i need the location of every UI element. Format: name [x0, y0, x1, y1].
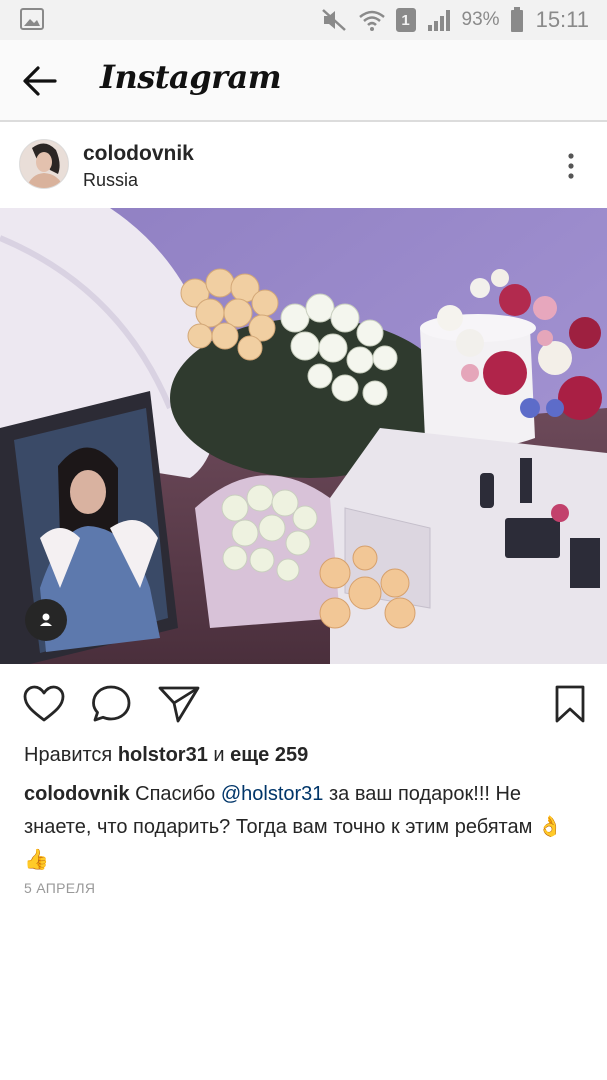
clock: 15:11: [535, 7, 589, 32]
liker-username[interactable]: holstor31: [118, 744, 208, 766]
share-button[interactable]: [157, 684, 201, 724]
more-vertical-icon: [568, 153, 574, 179]
app-title: Instagram: [100, 58, 282, 96]
heart-icon: [23, 685, 65, 722]
like-button[interactable]: [22, 684, 66, 724]
avatar[interactable]: [19, 139, 69, 189]
flowers-photo-image: [0, 208, 607, 664]
save-button[interactable]: [550, 684, 590, 724]
bookmark-icon: [555, 685, 585, 723]
mute-icon: [320, 7, 348, 33]
post-header: colodovnik Russia: [0, 124, 607, 208]
post-location[interactable]: Russia: [83, 170, 138, 191]
status-icons: 1 93% 15:11: [320, 0, 589, 40]
likes-count[interactable]: еще 259: [230, 744, 308, 766]
action-bar: [0, 664, 607, 744]
post-date: 5 АПРЕЛЯ: [24, 880, 96, 896]
likes-connector: и: [207, 744, 231, 766]
likes-prefix: Нравится: [24, 744, 118, 766]
sim-icon: 1: [395, 8, 416, 32]
post-username[interactable]: colodovnik: [83, 142, 194, 166]
post-caption: colodovnik Спасибо @holstor31 за ваш под…: [24, 778, 584, 877]
arrow-left-icon: [23, 66, 57, 96]
likes-summary: Нравится holstor31 и еще 259: [24, 744, 308, 767]
user-icon: [40, 613, 52, 626]
caption-mention[interactable]: @holstor31: [221, 783, 324, 805]
gallery-icon: [20, 8, 44, 30]
more-options-button[interactable]: [565, 152, 577, 180]
wifi-icon: [358, 8, 386, 32]
caption-text-before: Спасибо: [129, 783, 221, 805]
back-button[interactable]: [22, 64, 58, 98]
battery-percent: 93%: [461, 9, 500, 30]
send-icon: [158, 686, 200, 723]
signal-icon: [426, 8, 452, 32]
caption-emoji-tail: 👍: [24, 849, 49, 871]
comment-button[interactable]: [90, 684, 134, 724]
caption-username[interactable]: colodovnik: [24, 783, 130, 805]
app-header: Instagram: [0, 40, 607, 122]
comment-icon: [92, 685, 131, 722]
status-bar: 1 93% 15:11: [0, 0, 607, 40]
post-photo[interactable]: [0, 208, 607, 664]
battery-icon: [510, 7, 524, 33]
tagged-users-button[interactable]: [25, 599, 67, 641]
